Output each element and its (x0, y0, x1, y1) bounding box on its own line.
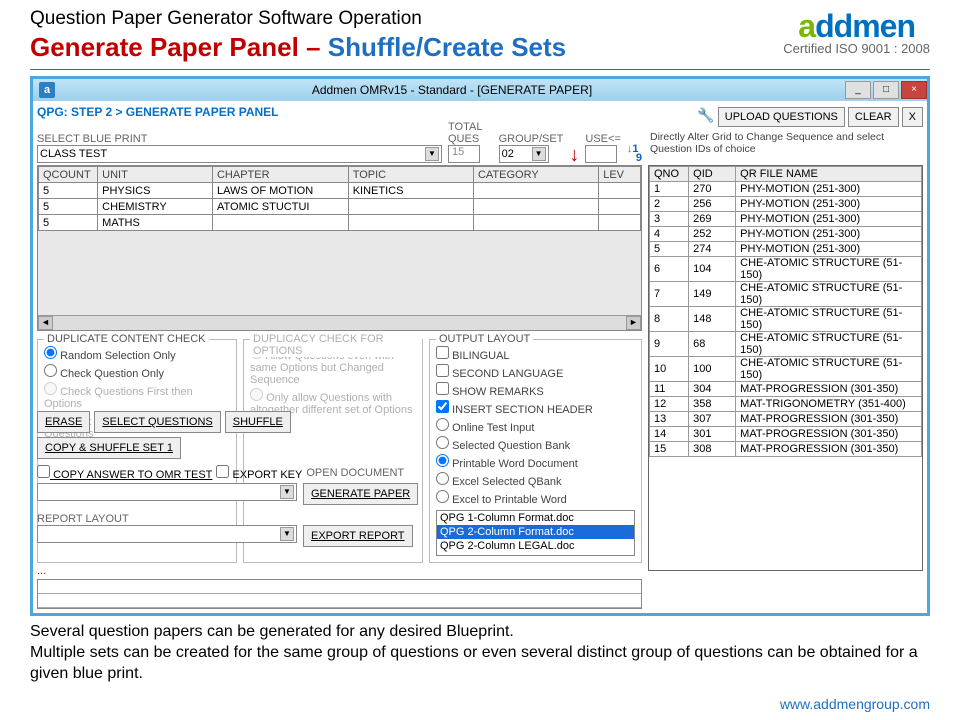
use-label: USE<= (585, 133, 620, 145)
duplicacy-options-title: DUPLICACY CHECK FOR OPTIONS (250, 333, 422, 357)
file-item-selected[interactable]: QPG 2-Column Format.doc (437, 525, 634, 539)
select-blueprint-label: SELECT BLUE PRINT (37, 133, 442, 145)
report-layout-label: REPORT LAYOUT (37, 513, 437, 525)
minimize-button[interactable]: _ (845, 81, 871, 99)
subtitle-dash: – (299, 32, 328, 62)
bottom-grid[interactable] (37, 579, 642, 609)
logo: addmen Certified ISO 9001 : 2008 (783, 8, 930, 56)
out-word[interactable]: Printable Word Document (436, 454, 635, 470)
scroll-right-icon[interactable]: ► (626, 316, 641, 330)
scroll-left-icon[interactable]: ◄ (38, 316, 53, 330)
copy-omr-check[interactable]: COPY ANSWER TO OMR TEST (37, 465, 212, 481)
chevron-down-icon: ▼ (425, 147, 439, 161)
shuffle-button[interactable]: SHUFFLE (225, 411, 291, 433)
duplicate-content-title: DUPLICATE CONTENT CHECK (44, 333, 209, 345)
footer-line-2: Multiple sets can be created for the sam… (30, 643, 930, 685)
template-file-list[interactable]: QPG 1-Column Format.doc QPG 2-Column For… (436, 510, 635, 556)
blueprint-dropdown[interactable]: CLASS TEST ▼ (37, 145, 442, 163)
dup-opt-question[interactable]: Check Question Only (44, 364, 230, 380)
output-layout-title: OUTPUT LAYOUT (436, 333, 533, 345)
chevron-down-icon: ▼ (532, 147, 546, 161)
chk-second-lang[interactable]: SECOND LANGUAGE (436, 364, 635, 380)
dup-opt-random[interactable]: Random Selection Only (44, 346, 230, 362)
chevron-down-icon: ▼ (280, 485, 294, 499)
file-item[interactable]: QPG 1-Column Format.doc (437, 511, 634, 525)
window-title: Addmen OMRv15 - Standard - [GENERATE PAP… (61, 83, 843, 97)
app-icon: a (39, 82, 55, 98)
titlebar: a Addmen OMRv15 - Standard - [GENERATE P… (33, 79, 927, 101)
out-qbank[interactable]: Selected Question Bank (436, 436, 635, 452)
out-excel-qbank[interactable]: Excel Selected QBank (436, 472, 635, 488)
footer-text: Several question papers can be generated… (30, 622, 930, 684)
cert-text: Certified ISO 9001 : 2008 (783, 41, 930, 56)
close-panel-button[interactable]: X (902, 107, 923, 127)
chk-bilingual[interactable]: BILINGUAL (436, 346, 635, 362)
logo-dd: dd (815, 8, 852, 44)
ellipsis: ... (37, 565, 642, 577)
export-key-check[interactable]: EXPORT KEY (216, 465, 302, 481)
sort-num-icon-2: 9 (636, 152, 642, 164)
subtitle-blue: Shuffle/Create Sets (328, 32, 566, 62)
footer-link[interactable]: www.addmengroup.com (780, 696, 930, 712)
use-input[interactable] (585, 145, 617, 163)
group-set-label: GROUP/SET (499, 133, 564, 145)
breadcrumb: QPG: STEP 2 > GENERATE PAPER PANEL (37, 105, 642, 119)
clear-button[interactable]: CLEAR (848, 107, 899, 127)
total-ques-label: TOTAL QUES (448, 121, 493, 145)
out-online[interactable]: Online Test Input (436, 418, 635, 434)
question-grid[interactable]: QNOQIDQR FILE NAME 1270PHY-MOTION (251-3… (649, 166, 922, 457)
open-doc-label: OPEN DOCUMENT (306, 467, 404, 479)
logo-men: men (852, 8, 915, 44)
chevron-down-icon: ▼ (280, 527, 294, 541)
generate-paper-button[interactable]: GENERATE PAPER (303, 483, 418, 505)
file-item[interactable]: QPG 2-Column LEGAL.doc (437, 539, 634, 553)
blueprint-grid[interactable]: QCOUNTUNITCHAPTERTOPICCATEGORYLEV 5PHYSI… (38, 166, 641, 231)
red-arrow-icon: ↓ (569, 149, 579, 161)
upload-questions-button[interactable]: UPLOAD QUESTIONS (718, 107, 845, 127)
grid-hint: Directly Alter Grid to Change Sequence a… (650, 131, 923, 155)
chk-section-header[interactable]: INSERT SECTION HEADER (436, 400, 635, 416)
copy-shuffle-button[interactable]: COPY & SHUFFLE SET 1 (37, 437, 181, 459)
footer-line-1: Several question papers can be generated… (30, 622, 930, 643)
group-set-dropdown[interactable]: 02 ▼ (499, 145, 549, 163)
app-window: a Addmen OMRv15 - Standard - [GENERATE P… (30, 76, 930, 616)
logo-a: a (798, 8, 815, 44)
blueprint-value: CLASS TEST (40, 148, 423, 160)
maximize-button[interactable]: □ (873, 81, 899, 99)
erase-button[interactable]: ERASE (37, 411, 90, 433)
export-report-button[interactable]: EXPORT REPORT (303, 525, 413, 547)
wrench-icon[interactable]: 🔧 (697, 107, 715, 125)
close-button[interactable]: × (901, 81, 927, 99)
omr-test-dropdown[interactable]: ▼ (37, 483, 297, 501)
horizontal-scrollbar[interactable]: ◄ ► (38, 315, 641, 330)
select-questions-button[interactable]: SELECT QUESTIONS (94, 411, 220, 433)
subtitle-red: Generate Paper Panel (30, 32, 299, 62)
output-layout-group: OUTPUT LAYOUT BILINGUAL SECOND LANGUAGE … (429, 339, 642, 563)
total-ques-input[interactable]: 15 (448, 145, 480, 163)
report-layout-dropdown[interactable]: ▼ (37, 525, 297, 543)
group-set-value: 02 (502, 148, 530, 160)
chk-remarks[interactable]: SHOW REMARKS (436, 382, 635, 398)
out-excel-word[interactable]: Excel to Printable Word (436, 490, 635, 506)
